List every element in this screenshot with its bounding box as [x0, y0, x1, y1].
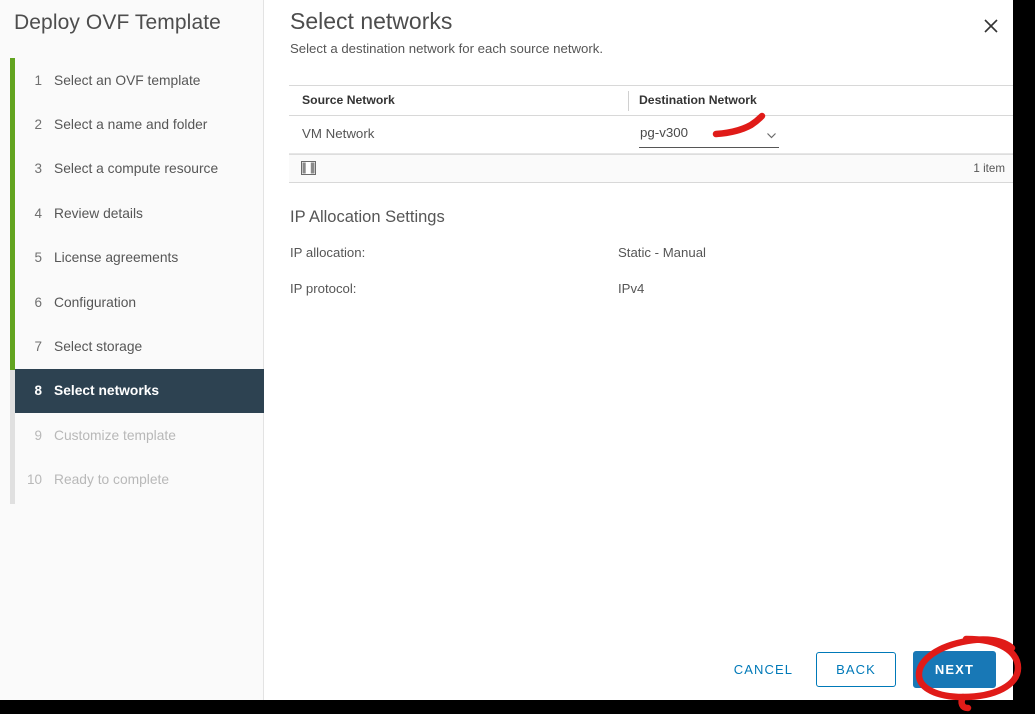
sidebar-step-3[interactable]: 3 Select a compute resource [12, 147, 264, 191]
ip-allocation-label: IP allocation: [290, 245, 366, 260]
step-number: 5 [34, 250, 42, 266]
ip-protocol-row: IP protocol: IPv4 [290, 281, 750, 299]
step-label: Select networks [54, 383, 160, 399]
sidebar-step-8[interactable]: 8 Select networks [12, 368, 264, 414]
step-label: Select storage [54, 339, 143, 355]
step-number: 6 [34, 294, 42, 310]
wizard-step-list: 1 Select an OVF template 2 Select a name… [0, 58, 264, 504]
sidebar-step-4[interactable]: 4 Review details [12, 191, 264, 235]
step-label: Select a compute resource [54, 161, 219, 177]
close-icon[interactable] [978, 13, 1004, 39]
ip-allocation-settings-section: IP Allocation Settings IP allocation: St… [290, 208, 750, 299]
step-label: Select a name and folder [54, 117, 208, 133]
progress-rail-completed [10, 58, 15, 370]
chevron-down-icon [766, 128, 777, 139]
destination-network-dropdown[interactable]: pg-v300 [639, 122, 779, 148]
page-title: Select networks [290, 8, 453, 34]
main-content-pane: Select networks Select a destination net… [264, 0, 1013, 700]
column-divider [628, 91, 629, 111]
column-header-destination-network[interactable]: Destination Network [639, 93, 757, 107]
ip-allocation-row: IP allocation: Static - Manual [290, 245, 750, 263]
ip-allocation-settings-heading: IP Allocation Settings [290, 208, 445, 226]
networks-table: Source Network Destination Network VM Ne… [289, 85, 1013, 183]
table-header-row: Source Network Destination Network [289, 86, 1013, 116]
step-label: License agreements [54, 250, 179, 266]
sidebar-step-1[interactable]: 1 Select an OVF template [12, 58, 264, 102]
destination-network-value: pg-v300 [640, 125, 689, 140]
dialog-footer: CANCEL BACK NEXT [264, 638, 1013, 700]
step-number: 7 [34, 339, 42, 355]
step-number: 10 [26, 472, 42, 488]
ip-protocol-value: IPv4 [618, 281, 645, 296]
sidebar-step-10[interactable]: 10 Ready to complete [12, 458, 264, 502]
table-footer-row: 1 item [289, 154, 1013, 182]
step-label: Configuration [54, 294, 137, 310]
sidebar-step-7[interactable]: 7 Select storage [12, 324, 264, 368]
step-number: 8 [34, 383, 42, 399]
sidebar-step-9[interactable]: 9 Customize template [12, 413, 264, 457]
cancel-button[interactable]: CANCEL [728, 656, 799, 683]
step-label: Review details [54, 205, 143, 221]
ip-allocation-value: Static - Manual [618, 245, 706, 260]
step-number: 1 [34, 72, 42, 88]
wizard-sidebar: Deploy OVF Template 1 Select an OVF temp… [0, 0, 264, 700]
step-label: Ready to complete [54, 472, 170, 488]
next-button[interactable]: NEXT [912, 651, 996, 688]
footer-actions: CANCEL BACK NEXT [728, 651, 996, 688]
sidebar-step-6[interactable]: 6 Configuration [12, 280, 264, 324]
back-button[interactable]: BACK [816, 652, 896, 687]
wizard-title: Deploy OVF Template [14, 11, 221, 34]
table-row: VM Network pg-v300 [289, 116, 1013, 154]
column-header-source-network[interactable]: Source Network [302, 93, 395, 107]
step-number: 4 [34, 205, 42, 221]
step-label: Select an OVF template [54, 72, 201, 88]
progress-rail-remaining [10, 368, 15, 504]
step-number: 3 [34, 161, 42, 177]
sidebar-step-2[interactable]: 2 Select a name and folder [12, 102, 264, 146]
deploy-ovf-template-dialog: Deploy OVF Template 1 Select an OVF temp… [0, 0, 1013, 700]
step-number: 2 [34, 117, 42, 133]
page-subtitle: Select a destination network for each so… [290, 41, 604, 56]
step-label: Customize template [54, 427, 176, 443]
cell-source-network: VM Network [302, 126, 375, 141]
columns-toggle-icon[interactable] [301, 161, 316, 175]
step-number: 9 [34, 427, 42, 443]
item-count-label: 1 item [973, 162, 1005, 175]
ip-protocol-label: IP protocol: [290, 281, 357, 296]
sidebar-step-5[interactable]: 5 License agreements [12, 236, 264, 280]
